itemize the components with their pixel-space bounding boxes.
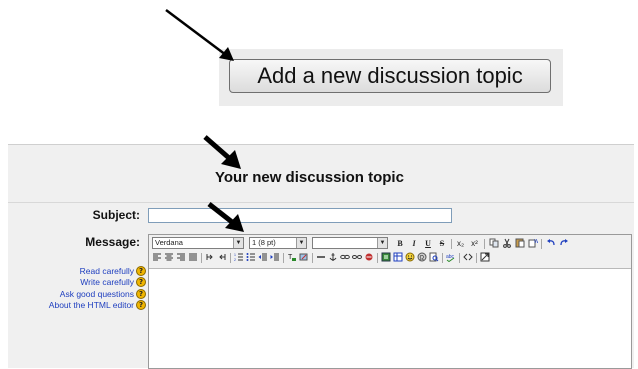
link-icon[interactable] <box>340 252 350 262</box>
paste-icon[interactable] <box>515 238 525 248</box>
svg-text:W: W <box>534 239 538 245</box>
anchor-icon[interactable] <box>328 252 338 262</box>
italic-button[interactable]: I <box>409 238 419 249</box>
paragraph-format-select[interactable]: ▼ <box>312 237 388 249</box>
toolbar-separator <box>442 253 443 263</box>
help-links: Read carefully ? Write carefully ? Ask g… <box>8 265 146 311</box>
help-link-row: Ask good questions ? <box>8 288 146 299</box>
add-new-discussion-topic-button[interactable]: Add a new discussion topic <box>229 59 551 93</box>
unordered-list-icon[interactable] <box>246 252 256 262</box>
underline-button[interactable]: U <box>423 238 433 249</box>
svg-text:2: 2 <box>234 258 236 262</box>
message-text-area[interactable] <box>149 269 631 368</box>
cut-icon[interactable] <box>502 238 512 248</box>
toolbar-separator <box>541 239 542 249</box>
toolbar-separator <box>476 253 477 263</box>
insert-table-icon[interactable] <box>393 252 403 262</box>
ask-good-questions-link[interactable]: Ask good questions <box>60 289 134 299</box>
bold-button[interactable]: B <box>395 238 405 249</box>
toolbar-separator <box>201 253 202 263</box>
add-topic-button-area: Add a new discussion topic <box>219 49 563 106</box>
spellcheck-icon[interactable]: abc <box>446 252 456 262</box>
toolbar-separator <box>459 253 460 263</box>
divider <box>8 202 634 203</box>
help-question-icon[interactable]: ? <box>136 265 146 276</box>
copy-icon[interactable] <box>489 238 499 248</box>
toolbar-separator <box>451 239 452 249</box>
editor-toolbar: Verdana ▼ 1 (8 pt) ▼ ▼ B I U S x₂ x² W 1… <box>149 235 631 269</box>
smiley-icon[interactable] <box>405 252 415 262</box>
toolbar-separator <box>230 253 231 263</box>
ordered-list-icon[interactable]: 12 <box>234 252 244 262</box>
ltr-direction-icon[interactable] <box>205 252 215 262</box>
font-size-select[interactable]: 1 (8 pt) ▼ <box>249 237 307 249</box>
help-link-row: About the HTML editor ? <box>8 300 146 311</box>
toolbar-separator <box>377 253 378 263</box>
toolbar-separator <box>484 239 485 249</box>
help-link-row: Write carefully ? <box>8 277 146 288</box>
font-size-value: 1 (8 pt) <box>252 238 276 247</box>
insert-image-icon[interactable] <box>381 252 391 262</box>
chevron-down-icon: ▼ <box>377 238 387 248</box>
form-heading: Your new discussion topic <box>215 169 404 186</box>
subject-label: Subject: <box>92 208 140 222</box>
help-link-row: Read carefully ? <box>8 265 146 276</box>
horizontal-rule-icon[interactable] <box>316 252 326 262</box>
fullscreen-icon[interactable] <box>480 252 490 262</box>
toolbar-separator <box>312 253 313 263</box>
background-color-icon[interactable] <box>299 252 309 262</box>
paste-word-icon[interactable]: W <box>528 238 538 248</box>
help-question-icon[interactable]: ? <box>136 288 146 299</box>
chevron-down-icon: ▼ <box>296 238 306 248</box>
undo-icon[interactable] <box>546 238 556 248</box>
search-replace-icon[interactable] <box>429 252 439 262</box>
write-carefully-link[interactable]: Write carefully <box>80 277 134 287</box>
svg-text:1: 1 <box>234 253 236 257</box>
html-source-icon[interactable] <box>463 252 473 262</box>
read-carefully-link[interactable]: Read carefully <box>80 266 134 276</box>
strikethrough-button[interactable]: S <box>437 238 447 249</box>
no-link-icon[interactable] <box>364 252 374 262</box>
align-center-icon[interactable] <box>164 252 174 262</box>
unlink-icon[interactable] <box>352 252 362 262</box>
align-right-icon[interactable] <box>176 252 186 262</box>
align-justify-icon[interactable] <box>188 252 198 262</box>
align-left-icon[interactable] <box>152 252 162 262</box>
font-family-select[interactable]: Verdana ▼ <box>152 237 244 249</box>
help-question-icon[interactable]: ? <box>136 300 146 310</box>
font-family-value: Verdana <box>155 238 183 247</box>
superscript-button[interactable]: x² <box>469 238 480 249</box>
indent-icon[interactable] <box>270 252 280 262</box>
subject-input[interactable] <box>148 208 452 223</box>
message-label: Message: <box>85 235 140 249</box>
rtl-direction-icon[interactable] <box>217 252 227 262</box>
discussion-form-panel: Your new discussion topic Subject: Messa… <box>8 144 634 369</box>
help-question-icon[interactable]: ? <box>136 277 146 287</box>
chevron-down-icon: ▼ <box>233 238 243 248</box>
about-html-editor-link[interactable]: About the HTML editor <box>49 300 134 310</box>
redo-icon[interactable] <box>559 238 569 248</box>
subscript-button[interactable]: x₂ <box>455 238 466 249</box>
svg-text:Ω: Ω <box>420 256 425 262</box>
special-chars-icon[interactable]: Ω <box>417 252 427 262</box>
html-editor: Verdana ▼ 1 (8 pt) ▼ ▼ B I U S x₂ x² W 1… <box>148 234 632 369</box>
outdent-icon[interactable] <box>258 252 268 262</box>
toolbar-separator <box>283 253 284 263</box>
text-color-icon[interactable]: T <box>287 252 297 262</box>
